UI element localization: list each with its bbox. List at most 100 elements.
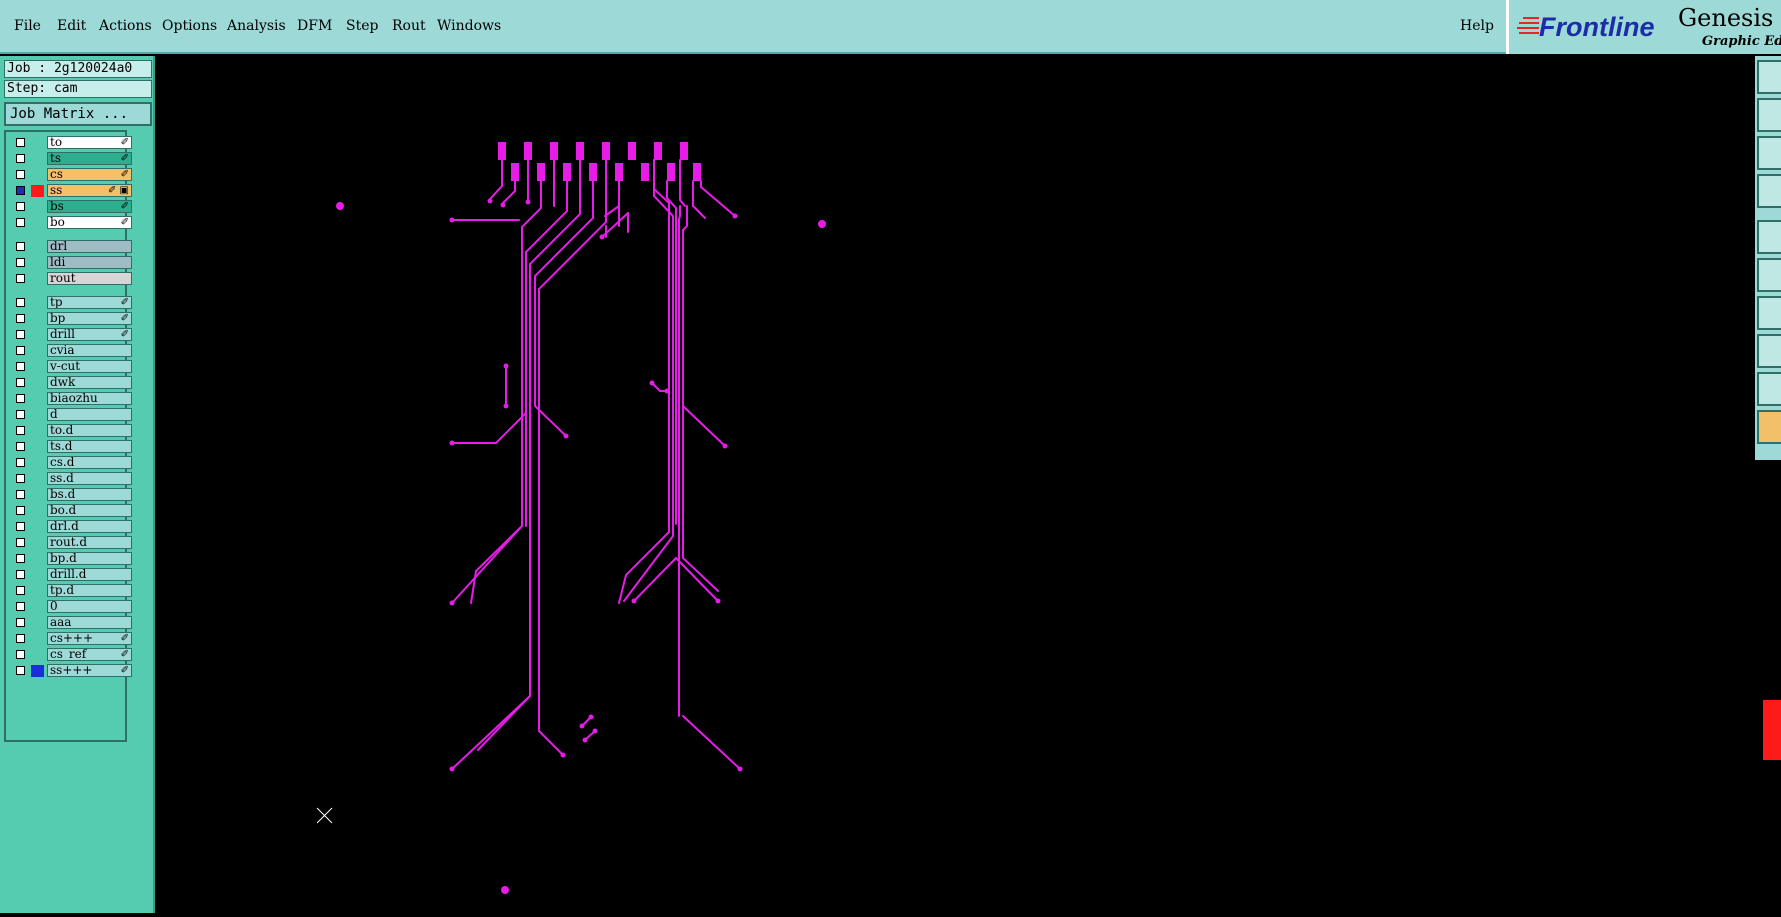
layer-row-bs.d[interactable]: bs.d [10,488,132,502]
tool-button-9[interactable] [1757,372,1781,406]
menu-windows[interactable]: Windows [437,18,501,34]
layer-row-to.d[interactable]: to.d [10,424,132,438]
tool-button-5[interactable] [1757,220,1781,254]
layer-name[interactable]: ts ✐ [47,152,132,165]
layer-row-bp[interactable]: bp ✐ [10,312,132,326]
layer-row-ts[interactable]: ts ✐ [10,152,132,166]
graphic-canvas[interactable] [155,56,1755,913]
layer-checkbox[interactable] [16,186,25,195]
layer-name[interactable]: bo ✐ [47,216,132,229]
layer-row-dwk[interactable]: dwk [10,376,132,390]
layer-checkbox[interactable] [16,634,25,643]
layer-name[interactable]: drill ✐ [47,328,132,341]
tool-button-3[interactable] [1757,136,1781,170]
menu-analysis[interactable]: Analysis [227,18,286,34]
layer-row-bs[interactable]: bs ✐ [10,200,132,214]
tool-button-8[interactable] [1757,334,1781,368]
layer-checkbox[interactable] [16,650,25,659]
menu-edit[interactable]: Edit [57,18,86,34]
layer-name[interactable]: d [47,408,132,421]
layer-row-drill[interactable]: drill ✐ [10,328,132,342]
layer-checkbox[interactable] [16,330,25,339]
layer-row-ss+++[interactable]: ss+++ ✐ [10,664,132,678]
job-matrix-button[interactable]: Job Matrix ... [4,102,152,126]
layer-checkbox[interactable] [16,490,25,499]
tool-button-4[interactable] [1757,174,1781,208]
layer-checkbox[interactable] [16,154,25,163]
menu-rout[interactable]: Rout [392,18,426,34]
layer-row-drl[interactable]: drl [10,240,132,254]
layer-checkbox[interactable] [16,346,25,355]
layer-name[interactable]: cs+++ ✐ [47,632,132,645]
layer-row-rout.d[interactable]: rout.d [10,536,132,550]
layer-checkbox[interactable] [16,170,25,179]
layer-row-cvia[interactable]: cvia [10,344,132,358]
layer-name[interactable]: drl.d [47,520,132,533]
layer-row-ts.d[interactable]: ts.d [10,440,132,454]
layer-checkbox[interactable] [16,554,25,563]
tool-button-1[interactable] [1757,60,1781,94]
layer-row-tp.d[interactable]: tp.d [10,584,132,598]
layer-name[interactable]: cvia [47,344,132,357]
layer-name[interactable]: rout.d [47,536,132,549]
layer-row-to[interactable]: to ✐ [10,136,132,150]
layer-checkbox[interactable] [16,202,25,211]
layer-name[interactable]: bs ✐ [47,200,132,213]
layer-checkbox[interactable] [16,274,25,283]
menu-actions[interactable]: Actions [99,18,152,34]
menu-file[interactable]: File [14,18,41,34]
layer-row-bp.d[interactable]: bp.d [10,552,132,566]
layer-name[interactable]: cs ✐ [47,168,132,181]
layer-checkbox[interactable] [16,586,25,595]
tool-button-6[interactable] [1757,258,1781,292]
layer-checkbox[interactable] [16,602,25,611]
layer-row-bo[interactable]: bo ✐ [10,216,132,230]
layer-row-drl.d[interactable]: drl.d [10,520,132,534]
tool-button-2[interactable] [1757,98,1781,132]
layer-name[interactable]: bp.d [47,552,132,565]
layer-checkbox[interactable] [16,570,25,579]
tool-button-7[interactable] [1757,296,1781,330]
layer-name[interactable]: bs.d [47,488,132,501]
layer-name[interactable]: ss+++ ✐ [47,664,132,677]
layer-checkbox[interactable] [16,138,25,147]
layer-name[interactable]: ss.d [47,472,132,485]
layer-row-cs_ref[interactable]: cs_ref ✐ [10,648,132,662]
layer-row-ss[interactable]: ss ✐ ▣ [10,184,132,198]
pcb-trace-drawing[interactable] [155,56,1755,913]
layer-checkbox[interactable] [16,394,25,403]
menu-dfm[interactable]: DFM [297,18,332,34]
layer-name[interactable]: to.d [47,424,132,437]
layer-row-rout[interactable]: rout [10,272,132,286]
layer-checkbox[interactable] [16,442,25,451]
layer-name[interactable]: dwk [47,376,132,389]
layer-name[interactable]: bp ✐ [47,312,132,325]
layer-row-biaozhu[interactable]: biaozhu [10,392,132,406]
layer-checkbox[interactable] [16,666,25,675]
layer-row-0[interactable]: 0 [10,600,132,614]
layer-row-bo.d[interactable]: bo.d [10,504,132,518]
layer-checkbox[interactable] [16,426,25,435]
tool-button-select[interactable] [1757,410,1781,444]
layer-row-ldi[interactable]: ldi [10,256,132,270]
layer-name[interactable]: to ✐ [47,136,132,149]
layer-name[interactable]: aaa [47,616,132,629]
layer-checkbox[interactable] [16,538,25,547]
layer-name[interactable]: v-cut [47,360,132,373]
menu-step[interactable]: Step [346,18,378,34]
layer-row-ss.d[interactable]: ss.d [10,472,132,486]
layer-name[interactable]: ts.d [47,440,132,453]
layer-row-tp[interactable]: tp ✐ [10,296,132,310]
layer-name[interactable]: ldi [47,256,132,269]
layer-checkbox[interactable] [16,458,25,467]
layer-name[interactable]: 0 [47,600,132,613]
layer-checkbox[interactable] [16,298,25,307]
layer-row-cs+++[interactable]: cs+++ ✐ [10,632,132,646]
layer-checkbox[interactable] [16,362,25,371]
layer-row-aaa[interactable]: aaa [10,616,132,630]
menu-options[interactable]: Options [162,18,217,34]
layer-name[interactable]: cs.d [47,456,132,469]
layer-checkbox[interactable] [16,258,25,267]
layer-row-drill.d[interactable]: drill.d [10,568,132,582]
layer-row-d[interactable]: d [10,408,132,422]
